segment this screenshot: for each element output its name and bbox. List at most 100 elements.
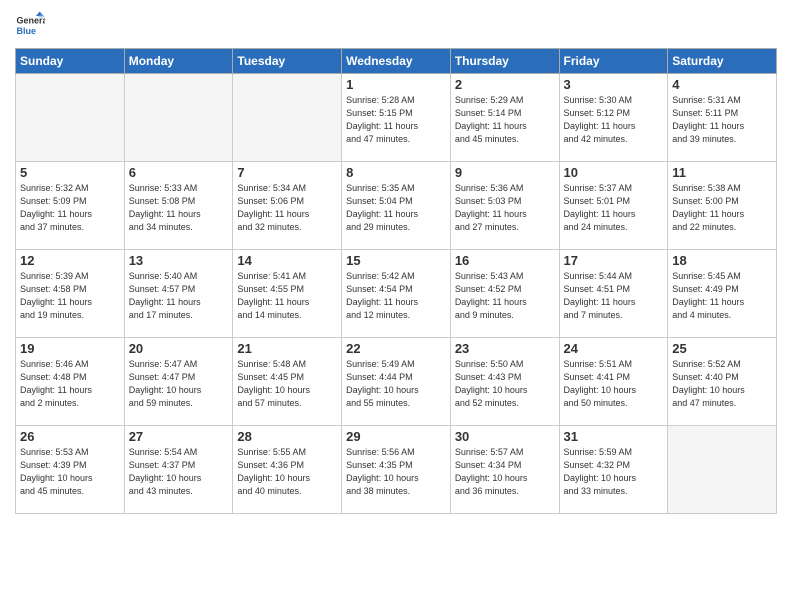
header: General Blue	[15, 10, 777, 40]
day-info: Sunrise: 5:34 AM Sunset: 5:06 PM Dayligh…	[237, 182, 337, 234]
day-number: 16	[455, 253, 555, 268]
day-number: 18	[672, 253, 772, 268]
week-row-4: 19 Sunrise: 5:46 AM Sunset: 4:48 PM Dayli…	[16, 338, 777, 426]
calendar-cell: 10 Sunrise: 5:37 AM Sunset: 5:01 PM Dayli…	[559, 162, 668, 250]
day-number: 11	[672, 165, 772, 180]
logo: General Blue	[15, 10, 45, 40]
calendar-cell: 1Sunrise: 5:28 AM Sunset: 5:15 PM Daylig…	[342, 74, 451, 162]
day-info: Sunrise: 5:35 AM Sunset: 5:04 PM Dayligh…	[346, 182, 446, 234]
week-row-1: 1Sunrise: 5:28 AM Sunset: 5:15 PM Daylig…	[16, 74, 777, 162]
day-info: Sunrise: 5:52 AM Sunset: 4:40 PM Dayligh…	[672, 358, 772, 410]
calendar-cell	[124, 74, 233, 162]
day-info: Sunrise: 5:47 AM Sunset: 4:47 PM Dayligh…	[129, 358, 229, 410]
day-info: Sunrise: 5:39 AM Sunset: 4:58 PM Dayligh…	[20, 270, 120, 322]
day-info: Sunrise: 5:30 AM Sunset: 5:12 PM Dayligh…	[564, 94, 664, 146]
day-info: Sunrise: 5:53 AM Sunset: 4:39 PM Dayligh…	[20, 446, 120, 498]
day-number: 2	[455, 77, 555, 92]
day-info: Sunrise: 5:41 AM Sunset: 4:55 PM Dayligh…	[237, 270, 337, 322]
day-info: Sunrise: 5:48 AM Sunset: 4:45 PM Dayligh…	[237, 358, 337, 410]
calendar-cell: 27 Sunrise: 5:54 AM Sunset: 4:37 PM Dayli…	[124, 426, 233, 514]
day-number: 28	[237, 429, 337, 444]
day-info: Sunrise: 5:38 AM Sunset: 5:00 PM Dayligh…	[672, 182, 772, 234]
calendar-cell: 8Sunrise: 5:35 AM Sunset: 5:04 PM Daylig…	[342, 162, 451, 250]
day-info: Sunrise: 5:29 AM Sunset: 5:14 PM Dayligh…	[455, 94, 555, 146]
col-header-thursday: Thursday	[450, 49, 559, 74]
day-info: Sunrise: 5:49 AM Sunset: 4:44 PM Dayligh…	[346, 358, 446, 410]
day-number: 4	[672, 77, 772, 92]
calendar-table: SundayMondayTuesdayWednesdayThursdayFrid…	[15, 48, 777, 514]
day-info: Sunrise: 5:44 AM Sunset: 4:51 PM Dayligh…	[564, 270, 664, 322]
day-number: 17	[564, 253, 664, 268]
col-header-sunday: Sunday	[16, 49, 125, 74]
week-row-3: 12 Sunrise: 5:39 AM Sunset: 4:58 PM Dayli…	[16, 250, 777, 338]
day-info: Sunrise: 5:46 AM Sunset: 4:48 PM Dayligh…	[20, 358, 120, 410]
calendar-cell: 21 Sunrise: 5:48 AM Sunset: 4:45 PM Dayli…	[233, 338, 342, 426]
week-row-2: 5Sunrise: 5:32 AM Sunset: 5:09 PM Daylig…	[16, 162, 777, 250]
calendar-cell: 11 Sunrise: 5:38 AM Sunset: 5:00 PM Dayli…	[668, 162, 777, 250]
calendar-cell: 4 Sunrise: 5:31 AM Sunset: 5:11 PM Daylig…	[668, 74, 777, 162]
day-info: Sunrise: 5:59 AM Sunset: 4:32 PM Dayligh…	[564, 446, 664, 498]
day-info: Sunrise: 5:43 AM Sunset: 4:52 PM Dayligh…	[455, 270, 555, 322]
calendar-cell	[668, 426, 777, 514]
calendar-cell: 12 Sunrise: 5:39 AM Sunset: 4:58 PM Dayli…	[16, 250, 125, 338]
svg-text:Blue: Blue	[17, 26, 37, 36]
day-number: 12	[20, 253, 120, 268]
day-number: 13	[129, 253, 229, 268]
day-info: Sunrise: 5:31 AM Sunset: 5:11 PM Dayligh…	[672, 94, 772, 146]
day-number: 5	[20, 165, 120, 180]
day-number: 1	[346, 77, 446, 92]
day-number: 25	[672, 341, 772, 356]
calendar-cell: 2 Sunrise: 5:29 AM Sunset: 5:14 PM Daylig…	[450, 74, 559, 162]
calendar-cell: 20 Sunrise: 5:47 AM Sunset: 4:47 PM Dayli…	[124, 338, 233, 426]
week-row-5: 26Sunrise: 5:53 AM Sunset: 4:39 PM Dayli…	[16, 426, 777, 514]
day-number: 7	[237, 165, 337, 180]
calendar-cell: 19 Sunrise: 5:46 AM Sunset: 4:48 PM Dayli…	[16, 338, 125, 426]
day-info: Sunrise: 5:45 AM Sunset: 4:49 PM Dayligh…	[672, 270, 772, 322]
calendar-cell: 23 Sunrise: 5:50 AM Sunset: 4:43 PM Dayli…	[450, 338, 559, 426]
calendar-cell: 9 Sunrise: 5:36 AM Sunset: 5:03 PM Daylig…	[450, 162, 559, 250]
day-number: 15	[346, 253, 446, 268]
day-number: 21	[237, 341, 337, 356]
calendar-cell: 16 Sunrise: 5:43 AM Sunset: 4:52 PM Dayli…	[450, 250, 559, 338]
col-header-saturday: Saturday	[668, 49, 777, 74]
calendar-cell: 26Sunrise: 5:53 AM Sunset: 4:39 PM Dayli…	[16, 426, 125, 514]
calendar-cell: 28Sunrise: 5:55 AM Sunset: 4:36 PM Dayli…	[233, 426, 342, 514]
day-number: 9	[455, 165, 555, 180]
col-header-tuesday: Tuesday	[233, 49, 342, 74]
day-number: 20	[129, 341, 229, 356]
calendar-cell: 31 Sunrise: 5:59 AM Sunset: 4:32 PM Dayli…	[559, 426, 668, 514]
day-info: Sunrise: 5:50 AM Sunset: 4:43 PM Dayligh…	[455, 358, 555, 410]
calendar-cell: 25 Sunrise: 5:52 AM Sunset: 4:40 PM Dayli…	[668, 338, 777, 426]
day-number: 6	[129, 165, 229, 180]
calendar-cell: 15 Sunrise: 5:42 AM Sunset: 4:54 PM Dayli…	[342, 250, 451, 338]
day-number: 23	[455, 341, 555, 356]
calendar-header-row: SundayMondayTuesdayWednesdayThursdayFrid…	[16, 49, 777, 74]
calendar-cell: 24 Sunrise: 5:51 AM Sunset: 4:41 PM Dayli…	[559, 338, 668, 426]
day-info: Sunrise: 5:42 AM Sunset: 4:54 PM Dayligh…	[346, 270, 446, 322]
col-header-wednesday: Wednesday	[342, 49, 451, 74]
calendar-cell: 3Sunrise: 5:30 AM Sunset: 5:12 PM Daylig…	[559, 74, 668, 162]
calendar-cell: 17 Sunrise: 5:44 AM Sunset: 4:51 PM Dayli…	[559, 250, 668, 338]
calendar-cell	[233, 74, 342, 162]
day-info: Sunrise: 5:56 AM Sunset: 4:35 PM Dayligh…	[346, 446, 446, 498]
day-info: Sunrise: 5:54 AM Sunset: 4:37 PM Dayligh…	[129, 446, 229, 498]
page: General Blue SundayMondayTuesdayWednesda…	[0, 0, 792, 612]
day-info: Sunrise: 5:51 AM Sunset: 4:41 PM Dayligh…	[564, 358, 664, 410]
day-number: 24	[564, 341, 664, 356]
day-number: 19	[20, 341, 120, 356]
day-info: Sunrise: 5:33 AM Sunset: 5:08 PM Dayligh…	[129, 182, 229, 234]
calendar-cell: 5Sunrise: 5:32 AM Sunset: 5:09 PM Daylig…	[16, 162, 125, 250]
day-info: Sunrise: 5:36 AM Sunset: 5:03 PM Dayligh…	[455, 182, 555, 234]
day-number: 30	[455, 429, 555, 444]
day-number: 10	[564, 165, 664, 180]
day-number: 14	[237, 253, 337, 268]
calendar-cell: 18 Sunrise: 5:45 AM Sunset: 4:49 PM Dayli…	[668, 250, 777, 338]
calendar-cell: 13Sunrise: 5:40 AM Sunset: 4:57 PM Dayli…	[124, 250, 233, 338]
calendar-cell: 22Sunrise: 5:49 AM Sunset: 4:44 PM Dayli…	[342, 338, 451, 426]
day-number: 27	[129, 429, 229, 444]
day-number: 31	[564, 429, 664, 444]
calendar-cell: 30Sunrise: 5:57 AM Sunset: 4:34 PM Dayli…	[450, 426, 559, 514]
day-info: Sunrise: 5:37 AM Sunset: 5:01 PM Dayligh…	[564, 182, 664, 234]
logo-icon: General Blue	[15, 10, 45, 40]
col-header-friday: Friday	[559, 49, 668, 74]
